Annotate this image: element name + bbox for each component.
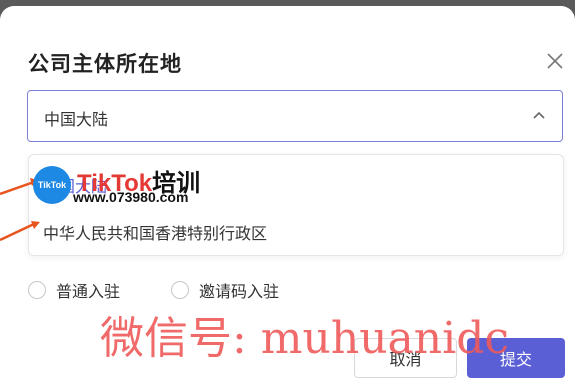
radio-circle[interactable] (28, 281, 46, 299)
radio-invite-entry[interactable]: 邀请码入驻 (171, 279, 279, 301)
logo-url: www.073980.com (73, 189, 189, 205)
watermark-text: 微信号: muhuanidc (100, 313, 509, 364)
radio-label: 邀请码入驻 (199, 284, 280, 301)
radio-normal-entry[interactable]: 普通入驻 (28, 279, 120, 301)
location-select-value: 中国大陆 (44, 112, 109, 129)
location-select[interactable]: 中国大陆 (27, 90, 563, 142)
tiktok-training-logo: TikTok TikTok培训 www.073980.com (33, 166, 211, 206)
chevron-up-icon[interactable] (532, 110, 546, 120)
radio-circle[interactable] (171, 281, 189, 299)
radio-label: 普通入驻 (56, 284, 121, 301)
tiktok-logo-icon: TikTok (33, 166, 71, 204)
dialog-title: 公司主体所在地 (28, 53, 182, 76)
dropdown-option-hongkong[interactable]: 中华人民共和国香港特别行政区 (43, 220, 267, 244)
close-icon[interactable] (544, 50, 566, 72)
